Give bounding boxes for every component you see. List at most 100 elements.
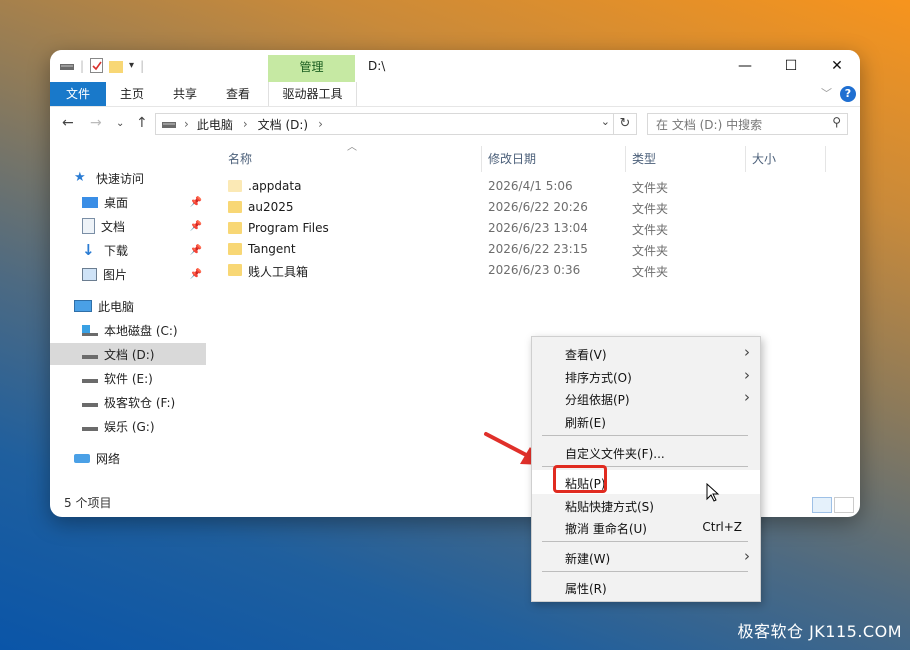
properties-icon[interactable]	[90, 58, 104, 73]
navigation-pane: ★ 快速访问 桌面 📌 文档 📌 ↓ 下载 📌 图片 📌 此电脑 本地磁盘 (C…	[50, 142, 208, 497]
sidebar-item-drive-d[interactable]: 文档 (D:)	[50, 343, 206, 365]
file-modified: 2026/4/1 5:06	[488, 179, 573, 193]
back-arrow-icon[interactable]: ←	[62, 115, 74, 131]
details-view-icon[interactable]	[812, 497, 832, 513]
breadcrumb-chevron-icon[interactable]: ›	[318, 117, 323, 131]
breadcrumb-chevron-icon[interactable]: ›	[243, 117, 248, 131]
column-divider[interactable]	[745, 146, 746, 172]
menu-item-new[interactable]: 新建(W) ›	[532, 546, 760, 568]
file-row[interactable]: Tangent 2026/6/22 23:15 文件夹	[228, 239, 828, 260]
menu-separator	[542, 435, 748, 436]
file-type: 文件夹	[632, 244, 669, 258]
tab-file[interactable]: 文件	[50, 82, 106, 106]
separator: |	[80, 58, 85, 73]
tab-share[interactable]: 共享	[173, 82, 197, 106]
maximize-button[interactable]: ☐	[768, 50, 814, 82]
menu-item-properties[interactable]: 属性(R)	[532, 576, 760, 598]
sidebar-item-label: 娱乐 (G:)	[104, 419, 155, 434]
large-icons-view-icon[interactable]	[834, 497, 854, 513]
file-type: 文件夹	[632, 181, 669, 195]
drive-icon	[162, 122, 176, 128]
file-modified: 2026/6/22 20:26	[488, 200, 588, 214]
pin-icon: 📌	[189, 196, 202, 208]
view-toggle	[812, 497, 854, 513]
drive-icon[interactable]	[60, 61, 74, 71]
help-icon[interactable]: ?	[840, 86, 856, 102]
tab-manage[interactable]: 管理	[268, 55, 355, 82]
menu-item-label: 新建(W)	[565, 552, 611, 566]
search-icon[interactable]: ⚲	[832, 115, 841, 129]
search-input[interactable]: 在 文档 (D:) 中搜索 ⚲	[647, 113, 848, 135]
close-button[interactable]: ✕	[814, 50, 860, 82]
sidebar-item-network[interactable]: 网络	[74, 447, 206, 469]
column-divider[interactable]	[481, 146, 482, 172]
sidebar-item-this-pc[interactable]: 此电脑	[74, 295, 206, 317]
sidebar-item-drive-f[interactable]: 极客软仓 (F:)	[82, 391, 206, 413]
recent-locations-icon[interactable]: ⌄	[116, 118, 124, 129]
sidebar-item-quick-access[interactable]: ★ 快速访问	[74, 167, 204, 189]
drive-icon	[82, 373, 98, 383]
quick-access-toolbar: | ▾ |	[60, 58, 144, 73]
folder-icon	[228, 264, 242, 276]
ribbon-tabs: 文件 主页 共享 查看 驱动器工具 ﹀ ?	[50, 82, 860, 107]
sidebar-item-label: 图片	[103, 267, 128, 282]
sidebar-item-documents[interactable]: 文档 📌	[82, 215, 206, 237]
network-icon	[74, 453, 90, 463]
menu-item-label: 自定义文件夹(F)...	[565, 447, 665, 461]
column-divider[interactable]	[625, 146, 626, 172]
pin-icon: 📌	[189, 220, 202, 232]
tab-view[interactable]: 查看	[226, 82, 250, 106]
tab-drive-tools[interactable]: 驱动器工具	[268, 82, 357, 106]
file-row[interactable]: 贱人工具箱 2026/6/23 0:36 文件夹	[228, 260, 828, 281]
sidebar-item-label: 本地磁盘 (C:)	[104, 323, 178, 338]
minimize-button[interactable]: —	[722, 50, 768, 82]
column-header-name[interactable]: 名称	[228, 150, 252, 170]
column-header-type[interactable]: 类型	[632, 150, 656, 170]
file-type: 文件夹	[632, 202, 669, 216]
address-dropdown-icon[interactable]: ⌄	[601, 115, 610, 128]
refresh-icon[interactable]: ↻	[613, 113, 637, 135]
tab-home[interactable]: 主页	[120, 82, 144, 106]
menu-item-sort[interactable]: 排序方式(O) ›	[532, 365, 760, 387]
customize-dropdown-icon[interactable]: ▾	[129, 60, 134, 71]
desktop-icon	[82, 196, 98, 208]
up-arrow-icon[interactable]: ↑	[136, 115, 148, 131]
menu-item-refresh[interactable]: 刷新(E)	[532, 410, 760, 432]
file-row[interactable]: .appdata 2026/4/1 5:06 文件夹	[228, 176, 828, 197]
sidebar-item-label: 极客软仓 (F:)	[104, 395, 176, 410]
file-modified: 2026/6/23 0:36	[488, 263, 581, 277]
column-divider[interactable]	[825, 146, 826, 172]
status-item-count: 5 个项目	[64, 496, 112, 510]
menu-item-paste-shortcut[interactable]: 粘贴快捷方式(S)	[532, 494, 760, 516]
sidebar-item-desktop[interactable]: 桌面 📌	[82, 191, 206, 213]
sidebar-item-downloads[interactable]: ↓ 下载 📌	[82, 239, 206, 261]
breadcrumb-drive-d[interactable]: 文档 (D:)	[258, 116, 308, 133]
sidebar-item-drive-e[interactable]: 软件 (E:)	[82, 367, 206, 389]
breadcrumb-this-pc[interactable]: 此电脑	[197, 116, 233, 133]
menu-item-label: 查看(V)	[565, 348, 607, 362]
breadcrumb-chevron-icon[interactable]: ›	[184, 117, 189, 131]
address-bar[interactable]: › 此电脑 › 文档 (D:) › ⌄	[155, 113, 637, 135]
pin-icon: 📌	[189, 268, 202, 280]
file-row[interactable]: Program Files 2026/6/23 13:04 文件夹	[228, 218, 828, 239]
picture-icon	[82, 267, 97, 281]
file-name: au2025	[248, 200, 294, 214]
menu-item-undo-rename[interactable]: 撤消 重命名(U) Ctrl+Z	[532, 516, 760, 538]
file-row[interactable]: au2025 2026/6/22 20:26 文件夹	[228, 197, 828, 218]
search-placeholder: 在 文档 (D:) 中搜索	[656, 117, 763, 132]
drive-icon	[82, 397, 98, 407]
menu-item-view[interactable]: 查看(V) ›	[532, 342, 760, 364]
sidebar-item-label: 下载	[104, 243, 129, 258]
column-header-modified[interactable]: 修改日期	[488, 150, 536, 170]
sidebar-item-pictures[interactable]: 图片 📌	[82, 263, 206, 285]
menu-item-label: 分组依据(P)	[565, 393, 630, 407]
sidebar-item-drive-g[interactable]: 娱乐 (G:)	[82, 415, 206, 437]
ribbon-collapse-icon[interactable]: ﹀	[821, 85, 832, 101]
forward-arrow-icon[interactable]: →	[90, 115, 102, 131]
menu-item-group[interactable]: 分组依据(P) ›	[532, 387, 760, 409]
menu-item-customize-folder[interactable]: 自定义文件夹(F)...	[532, 441, 760, 463]
column-header-size[interactable]: 大小	[752, 150, 776, 170]
new-folder-icon[interactable]	[109, 59, 124, 73]
sidebar-item-drive-c[interactable]: 本地磁盘 (C:)	[82, 319, 206, 341]
submenu-chevron-icon: ›	[744, 388, 750, 406]
